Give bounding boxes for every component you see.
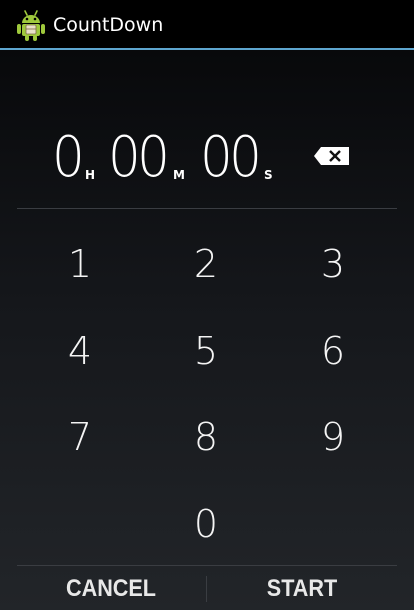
key-9[interactable]: 9	[283, 402, 383, 472]
start-button[interactable]: START	[217, 567, 388, 610]
display-divider	[17, 208, 397, 209]
key-4[interactable]: 4	[30, 316, 130, 386]
key-2[interactable]: 2	[156, 229, 256, 299]
key-1[interactable]: 1	[30, 229, 130, 299]
backspace-icon[interactable]	[313, 146, 351, 166]
cancel-button[interactable]: CANCEL	[26, 567, 197, 610]
key-0[interactable]: 0	[156, 489, 256, 559]
hours-digits: 0	[52, 125, 85, 190]
button-bar-divider	[17, 565, 397, 566]
key-5[interactable]: 5	[156, 316, 256, 386]
seconds-digits: 00	[200, 125, 262, 190]
seconds-unit-label: S	[264, 168, 273, 182]
minutes-unit-label: M	[173, 168, 185, 182]
title-bar: CountDown	[0, 0, 414, 48]
hours-unit-label: H	[85, 168, 96, 182]
key-8[interactable]: 8	[156, 402, 256, 472]
app-title: CountDown	[53, 14, 164, 36]
android-robot-icon	[17, 10, 45, 41]
minutes-digits: 00	[108, 125, 170, 190]
key-3[interactable]: 3	[283, 229, 383, 299]
key-6[interactable]: 6	[283, 316, 383, 386]
key-7[interactable]: 7	[30, 402, 130, 472]
button-separator	[206, 576, 207, 602]
